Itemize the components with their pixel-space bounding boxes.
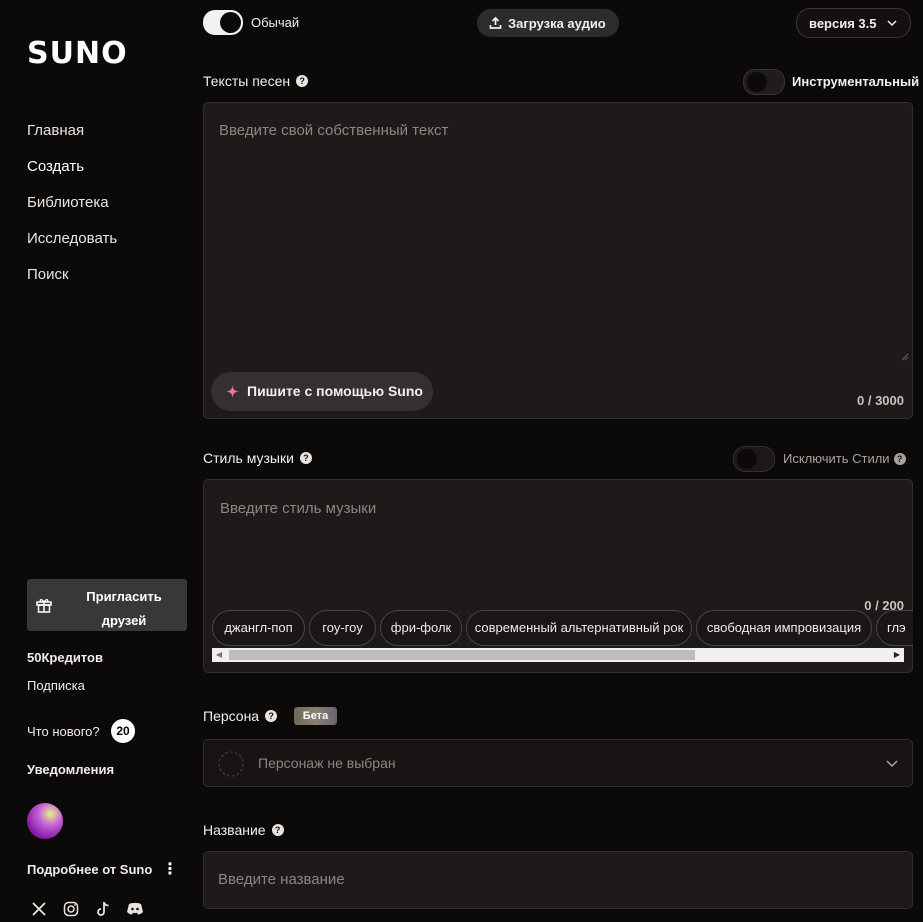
instrumental-toggle[interactable]	[743, 69, 785, 95]
help-icon[interactable]: ?	[893, 452, 906, 465]
toggle-knob	[747, 72, 767, 92]
persona-placeholder-icon	[218, 751, 244, 777]
title-label-text: Название	[203, 822, 266, 838]
subscription-link[interactable]: Подписка	[27, 678, 85, 693]
toggle-knob	[737, 449, 757, 469]
style-placeholder: Введите стиль музыки	[220, 500, 377, 517]
upload-icon	[489, 16, 502, 29]
toggle-knob	[220, 12, 241, 33]
exclude-styles-label: Исключить Стили?	[783, 451, 906, 466]
nav-explore[interactable]: Исследовать	[27, 230, 117, 266]
scrollbar-thumb[interactable]	[229, 650, 695, 660]
avatar[interactable]	[27, 803, 63, 839]
lyrics-char-counter: 0 / 3000	[857, 393, 904, 408]
beta-badge: Бета	[294, 707, 337, 725]
more-from-suno-link[interactable]: Подробнее от Suno	[27, 862, 152, 877]
nav-create[interactable]: Создать	[27, 158, 117, 194]
lyrics-textarea[interactable]: Введите свой собственный текст Пишите с …	[203, 102, 913, 419]
tags-scrollbar[interactable]: ◀ ▶	[212, 648, 904, 662]
write-with-suno-label: Пишите с помощью Suno	[247, 383, 423, 399]
style-tag[interactable]: современный альтернативный рок	[466, 610, 692, 646]
upload-audio-button[interactable]: Загрузка аудио	[477, 9, 619, 37]
persona-label-text: Персона	[203, 708, 260, 724]
title-input[interactable]: Введите название	[203, 851, 913, 909]
version-label: версия 3.5	[809, 16, 877, 31]
suno-logo[interactable]: SUNO	[27, 36, 128, 71]
notifications-link[interactable]: Уведомления	[27, 762, 114, 777]
help-icon[interactable]: ?	[271, 824, 284, 837]
invite-friends-button[interactable]: Пригласить друзей	[27, 579, 187, 631]
style-tag[interactable]: гоу-гоу	[309, 610, 376, 646]
exclude-styles-toggle[interactable]	[733, 446, 775, 472]
instagram-icon[interactable]	[62, 900, 80, 918]
style-tag[interactable]: глэ	[876, 610, 913, 646]
lyrics-label-text: Тексты песен	[203, 73, 291, 89]
title-placeholder: Введите название	[218, 871, 345, 888]
more-options-icon[interactable]: ⋮	[162, 862, 178, 878]
style-tag[interactable]: свободная импровизация	[696, 610, 872, 646]
lyrics-label: Тексты песен?	[203, 73, 309, 89]
chevron-down-icon	[886, 760, 898, 768]
upload-audio-label: Загрузка аудио	[508, 16, 606, 31]
scroll-right-icon[interactable]: ▶	[890, 648, 904, 662]
help-icon[interactable]: ?	[265, 710, 278, 723]
social-links	[30, 900, 144, 918]
nav-home[interactable]: Главная	[27, 122, 117, 158]
style-label-text: Стиль музыки	[203, 450, 294, 466]
sidebar: SUNO Главная Создать Библиотека Исследов…	[0, 0, 200, 922]
help-icon[interactable]: ?	[296, 75, 309, 88]
custom-mode-toggle[interactable]	[203, 10, 243, 35]
discord-icon[interactable]	[126, 900, 144, 918]
version-select[interactable]: версия 3.5	[796, 8, 911, 38]
persona-select[interactable]: Персонаж не выбран	[203, 739, 913, 787]
exclude-styles-text: Исключить Стили	[783, 451, 890, 466]
main-nav: Главная Создать Библиотека Исследовать П…	[27, 122, 117, 302]
custom-mode-label: Обычай	[251, 15, 300, 30]
invite-label: Пригласить друзей	[86, 589, 162, 628]
tiktok-icon[interactable]	[94, 900, 112, 918]
write-with-suno-button[interactable]: Пишите с помощью Suno	[211, 372, 433, 411]
gift-icon	[36, 599, 52, 613]
scroll-left-icon[interactable]: ◀	[212, 648, 226, 662]
whats-new-count-badge: 20	[111, 719, 135, 743]
title-label: Название?	[203, 822, 284, 838]
lyrics-placeholder: Введите свой собственный текст	[219, 122, 449, 139]
x-icon[interactable]	[30, 900, 48, 918]
sparkle-icon	[226, 385, 239, 398]
nav-search[interactable]: Поиск	[27, 266, 117, 302]
instrumental-label: Инструментальный	[792, 74, 920, 89]
style-tag[interactable]: фри-фолк	[380, 610, 462, 646]
whats-new-link[interactable]: Что нового?	[27, 724, 100, 739]
resize-handle-icon[interactable]	[901, 353, 909, 361]
nav-library[interactable]: Библиотека	[27, 194, 117, 230]
style-label: Стиль музыки?	[203, 450, 312, 466]
persona-label: Персона?	[203, 708, 278, 724]
credits-link[interactable]: 50Кредитов	[27, 650, 103, 665]
chevron-down-icon	[887, 20, 897, 27]
style-tag[interactable]: джангл-поп	[212, 610, 305, 646]
persona-selected-text: Персонаж не выбран	[258, 755, 396, 771]
help-icon[interactable]: ?	[299, 452, 312, 465]
